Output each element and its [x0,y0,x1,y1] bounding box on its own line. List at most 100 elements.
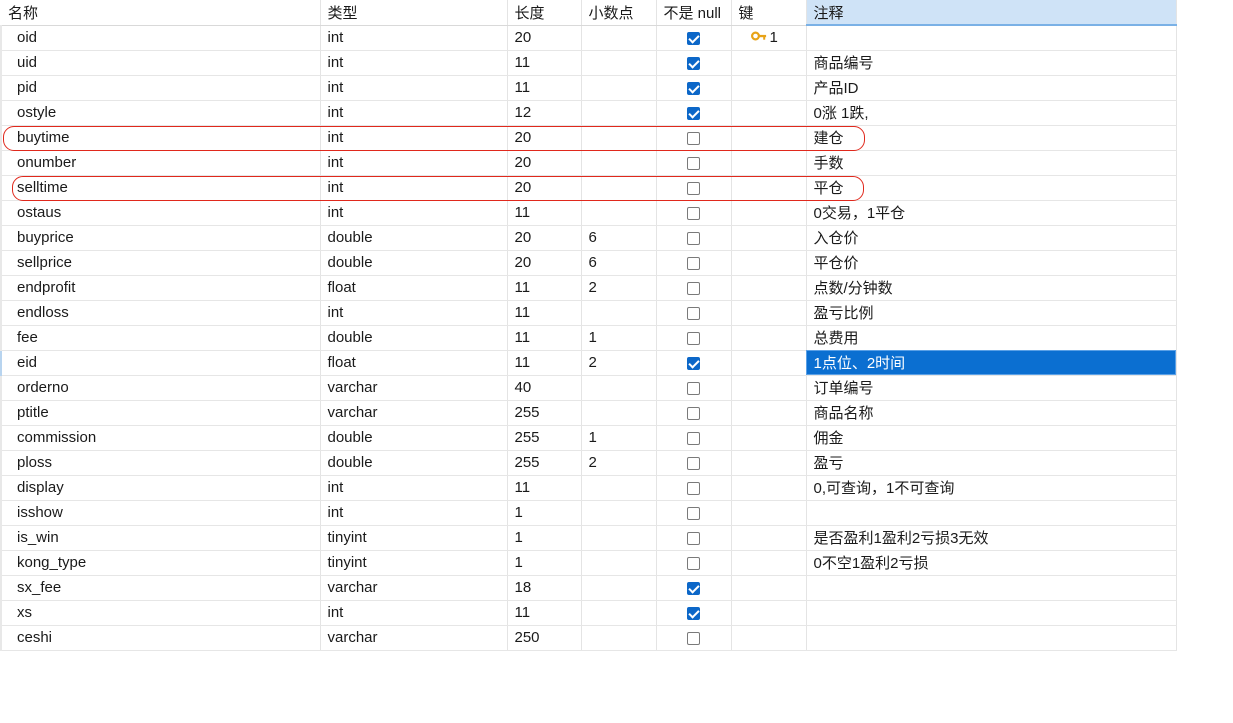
field-decimals-cell[interactable] [581,175,657,201]
field-comment-cell[interactable]: 平仓价 [806,250,1177,276]
field-length-cell[interactable]: 11 [507,475,582,501]
not-null-checkbox[interactable] [687,81,700,95]
field-type-cell[interactable]: tinyint [320,550,508,576]
key-cell[interactable] [731,50,807,76]
field-name-cell[interactable]: xs [0,600,321,626]
field-length-cell[interactable]: 255 [507,400,582,426]
key-cell[interactable] [731,375,807,401]
not-null-checkbox[interactable] [687,631,700,645]
field-name-cell[interactable]: ostaus [0,200,321,226]
key-cell[interactable]: 1 [731,25,807,51]
key-cell[interactable] [731,525,807,551]
field-name-cell[interactable]: orderno [0,375,321,401]
field-comment-cell[interactable]: 0涨 1跌, [806,100,1177,126]
not-null-cell[interactable] [656,525,732,551]
field-name-cell[interactable]: buyprice [0,225,321,251]
field-decimals-cell[interactable] [581,375,657,401]
field-comment-cell[interactable] [806,600,1177,626]
field-decimals-cell[interactable]: 2 [581,350,657,376]
field-comment-cell[interactable] [806,25,1177,51]
field-comment-cell[interactable]: 入仓价 [806,225,1177,251]
field-length-cell[interactable]: 20 [507,225,582,251]
field-name-cell[interactable]: pid [0,75,321,101]
not-null-checkbox[interactable] [687,181,700,195]
field-row[interactable]: ptitle varchar 255 商品名称 [0,400,1177,426]
field-row[interactable]: isshow int 1 [0,500,1177,526]
field-length-cell[interactable]: 250 [507,625,582,651]
field-length-cell[interactable]: 20 [507,25,582,51]
field-decimals-cell[interactable]: 6 [581,250,657,276]
not-null-checkbox[interactable] [687,606,700,620]
key-cell[interactable] [731,125,807,151]
not-null-cell[interactable] [656,225,732,251]
field-name-cell[interactable]: ptitle [0,400,321,426]
field-name-cell[interactable]: endprofit [0,275,321,301]
not-null-cell[interactable] [656,625,732,651]
key-cell[interactable] [731,325,807,351]
field-row[interactable]: uid int 11 商品编号 [0,50,1177,76]
field-decimals-cell[interactable] [581,625,657,651]
field-length-cell[interactable]: 12 [507,100,582,126]
not-null-checkbox[interactable] [687,481,700,495]
key-cell[interactable] [731,100,807,126]
not-null-cell[interactable] [656,475,732,501]
field-length-cell[interactable]: 40 [507,375,582,401]
not-null-checkbox[interactable] [687,356,700,370]
not-null-checkbox[interactable] [687,281,700,295]
not-null-checkbox[interactable] [687,31,700,45]
field-type-cell[interactable]: double [320,225,508,251]
not-null-checkbox[interactable] [687,456,700,470]
field-row[interactable]: onumber int 20 手数 [0,150,1177,176]
not-null-checkbox[interactable] [687,56,700,70]
field-name-cell[interactable]: sx_fee [0,575,321,601]
field-type-cell[interactable]: tinyint [320,525,508,551]
field-name-cell[interactable]: onumber [0,150,321,176]
field-decimals-cell[interactable] [581,25,657,51]
field-name-cell[interactable]: commission [0,425,321,451]
key-cell[interactable] [731,250,807,276]
field-name-cell[interactable]: ceshi [0,625,321,651]
key-cell[interactable] [731,475,807,501]
column-header-key[interactable]: 键 [731,0,807,26]
key-cell[interactable] [731,225,807,251]
not-null-checkbox[interactable] [687,106,700,120]
field-decimals-cell[interactable] [581,150,657,176]
field-decimals-cell[interactable] [581,300,657,326]
field-type-cell[interactable]: varchar [320,400,508,426]
field-type-cell[interactable]: varchar [320,375,508,401]
key-cell[interactable] [731,450,807,476]
field-length-cell[interactable]: 20 [507,250,582,276]
not-null-cell[interactable] [656,450,732,476]
field-row[interactable]: ostaus int 11 0交易，1平仓 [0,200,1177,226]
field-type-cell[interactable]: varchar [320,625,508,651]
field-row[interactable]: fee double 11 1 总费用 [0,325,1177,351]
field-name-cell[interactable]: eid [0,350,321,376]
field-length-cell[interactable]: 18 [507,575,582,601]
field-name-cell[interactable]: sellprice [0,250,321,276]
field-type-cell[interactable]: double [320,325,508,351]
not-null-checkbox[interactable] [687,431,700,445]
field-length-cell[interactable]: 11 [507,300,582,326]
field-type-cell[interactable]: int [320,600,508,626]
field-row[interactable]: ploss double 255 2 盈亏 [0,450,1177,476]
field-row[interactable]: pid int 11 产品ID [0,75,1177,101]
field-name-cell[interactable]: selltime [0,175,321,201]
not-null-checkbox[interactable] [687,506,700,520]
field-comment-cell[interactable]: 点数/分钟数 [806,275,1177,301]
not-null-cell[interactable] [656,250,732,276]
field-type-cell[interactable]: int [320,475,508,501]
field-type-cell[interactable]: int [320,500,508,526]
field-decimals-cell[interactable] [581,550,657,576]
field-decimals-cell[interactable] [581,600,657,626]
field-decimals-cell[interactable] [581,100,657,126]
field-name-cell[interactable]: buytime [0,125,321,151]
column-header-length[interactable]: 长度 [507,0,582,26]
field-row[interactable]: ceshi varchar 250 [0,625,1177,651]
column-header-type[interactable]: 类型 [320,0,508,26]
field-row[interactable]: commission double 255 1 佣金 [0,425,1177,451]
field-length-cell[interactable]: 11 [507,600,582,626]
field-type-cell[interactable]: int [320,125,508,151]
field-row[interactable]: buytime int 20 建仓 [0,125,1177,151]
not-null-cell[interactable] [656,375,732,401]
selected-comment-cell[interactable]: 1点位、2时间 [806,350,1177,376]
